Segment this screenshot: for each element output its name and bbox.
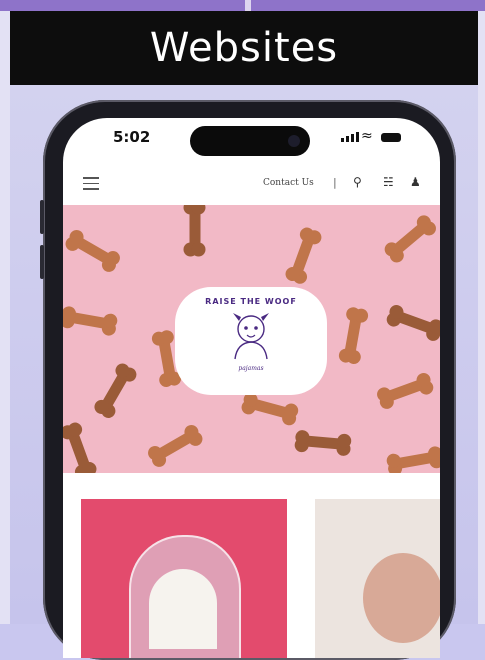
camera-icon	[288, 135, 300, 147]
cart-icon[interactable]: ☵	[383, 175, 394, 189]
bone-treat	[389, 220, 431, 257]
left-edge	[0, 11, 10, 624]
bone-treat	[392, 309, 438, 336]
search-icon[interactable]: ⚲	[353, 175, 362, 189]
top-accent-bar	[0, 0, 485, 11]
menu-icon[interactable]	[83, 177, 99, 190]
paw-image	[363, 553, 440, 643]
bone-treat	[153, 429, 197, 462]
top-accent-notch	[245, 0, 251, 11]
websites-banner: Websites	[10, 11, 478, 85]
product-card-dog[interactable]	[81, 499, 287, 658]
account-icon[interactable]: ♟	[410, 175, 421, 189]
dog-logo-icon	[233, 313, 269, 360]
bone-treat	[300, 435, 346, 450]
bone-treat	[71, 234, 115, 267]
phone-screen: 5:02 ≈ Contact Us | ⚲ ☵ ♟ RAISE THE WOOF	[63, 118, 440, 658]
phone-side-button	[40, 200, 44, 234]
dynamic-island	[190, 126, 310, 156]
bone-treat	[382, 377, 428, 404]
bone-treat	[392, 451, 438, 470]
bone-treat	[157, 335, 177, 382]
bone-treat	[247, 397, 293, 420]
status-bar: 5:02 ≈	[63, 118, 440, 163]
bone-treat	[189, 206, 201, 251]
wifi-icon: ≈	[361, 128, 373, 144]
product-card-paw[interactable]	[315, 499, 440, 658]
contact-us-link[interactable]: Contact Us	[263, 178, 314, 188]
brand-logo-text: RAISE THE WOOF	[205, 297, 297, 306]
phone-side-button	[40, 245, 44, 279]
bone-treat	[343, 312, 363, 359]
dog-image	[149, 569, 217, 649]
product-grid	[63, 473, 440, 658]
brand-logo-card[interactable]: RAISE THE WOOF pajamas	[175, 287, 327, 395]
brand-logo-subtext: pajamas	[238, 365, 264, 372]
nav-separator: |	[333, 176, 337, 189]
status-time: 5:02	[113, 128, 151, 146]
store-nav-bar: Contact Us | ⚲ ☵ ♟	[63, 163, 440, 205]
battery-icon	[381, 133, 401, 142]
bone-treat	[66, 311, 112, 330]
right-edge	[478, 11, 485, 624]
hero-banner[interactable]: RAISE THE WOOF pajamas	[63, 205, 440, 473]
bone-treat	[99, 368, 131, 413]
banner-title: Websites	[149, 25, 339, 71]
bone-treat	[290, 232, 316, 279]
bone-treat	[66, 427, 92, 473]
signal-icon	[341, 132, 359, 142]
